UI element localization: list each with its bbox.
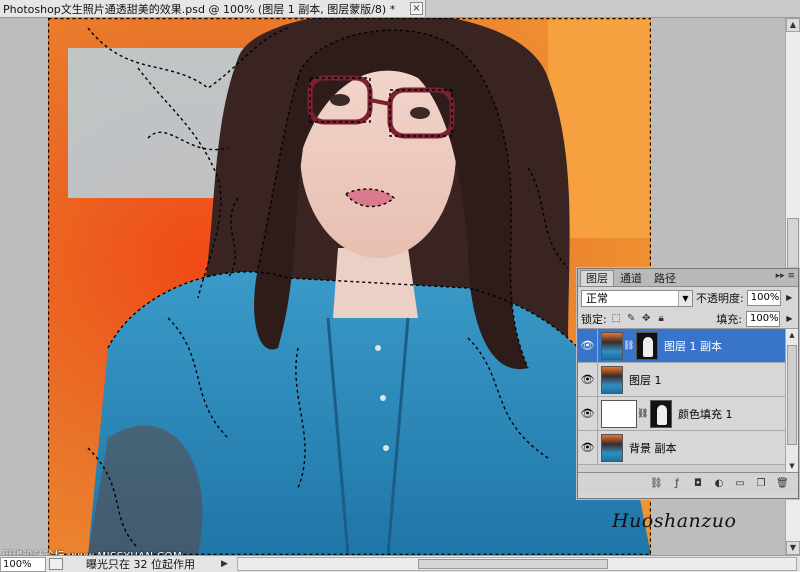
- layer-row[interactable]: 👁︎ ⛓︎ 图层 1 副本: [578, 329, 798, 363]
- status-bar: 100% 曝光只在 32 位起作用 ▶: [0, 555, 800, 572]
- eye-icon[interactable]: 👁︎: [578, 362, 598, 397]
- opacity-input[interactable]: 100%: [746, 290, 781, 306]
- panel-footer: ⛓︎ ƒ ◘ ◐ ▭ ❐ 🗑︎: [578, 472, 798, 494]
- link-layers-icon[interactable]: ⛓︎: [650, 478, 663, 490]
- add-mask-icon[interactable]: ◘: [692, 478, 704, 490]
- fill-input[interactable]: 100%: [746, 310, 780, 327]
- eye-icon[interactable]: 👁︎: [578, 396, 598, 431]
- layer-name: 背景 副本: [629, 441, 677, 455]
- new-group-icon[interactable]: ▭: [734, 478, 746, 490]
- author-signature: Huoshanzuo: [612, 510, 737, 532]
- link-icon[interactable]: ⛓︎: [637, 409, 648, 419]
- document-title: Photoshop文生照片通透甜美的效果.psd @ 100% (图层 1 副本…: [3, 2, 396, 16]
- zoom-field[interactable]: 100%: [0, 556, 46, 572]
- layer-mask-thumbnail[interactable]: [650, 399, 672, 428]
- status-menu-icon[interactable]: ▶: [221, 559, 233, 569]
- horizontal-scroll-thumb[interactable]: [418, 559, 608, 569]
- tab-paths[interactable]: 路径: [648, 270, 682, 286]
- opacity-label: 不透明度:: [696, 292, 744, 305]
- lock-row: 锁定: ⬚ ✎ ✥ 🔒︎ 填充: 100% ▶: [578, 309, 798, 329]
- blend-mode-select[interactable]: 正常 ▼: [581, 289, 693, 307]
- lock-position-icon[interactable]: ✥: [641, 313, 652, 324]
- status-info: 曝光只在 32 位起作用: [86, 558, 195, 571]
- trash-icon[interactable]: 🗑︎: [776, 478, 789, 490]
- lock-all-icon[interactable]: 🔒︎: [656, 313, 667, 324]
- layer-list-scrollbar[interactable]: ▲ ▼: [785, 329, 798, 472]
- document-info-icon[interactable]: [49, 558, 63, 570]
- opacity-slider-icon[interactable]: ▶: [784, 290, 795, 306]
- lock-transparent-icon[interactable]: ⬚: [611, 313, 622, 324]
- horizontal-scrollbar[interactable]: [237, 557, 797, 571]
- close-tab-icon[interactable]: ×: [410, 2, 423, 15]
- panel-tab-bar: 图层 通道 路径 ▸▸ ≡: [578, 269, 798, 287]
- scroll-up-icon[interactable]: ▲: [786, 18, 800, 32]
- tab-layers[interactable]: 图层: [580, 270, 614, 286]
- document-image[interactable]: [48, 18, 651, 555]
- tab-bar-empty: [426, 0, 800, 18]
- adjustment-layer-icon[interactable]: ◐: [713, 478, 725, 490]
- scroll-down-icon[interactable]: ▼: [786, 460, 798, 472]
- selection-marquee: [48, 18, 651, 555]
- layer-row[interactable]: 👁︎ ⛓︎ 颜色填充 1: [578, 396, 798, 431]
- layer-thumbnail: [601, 331, 623, 360]
- layer-style-icon[interactable]: ƒ: [671, 478, 683, 490]
- new-layer-icon[interactable]: ❐: [755, 478, 767, 490]
- fill-label: 填充:: [716, 312, 742, 326]
- lock-label: 锁定:: [581, 312, 607, 326]
- chevron-down-icon[interactable]: ▼: [678, 290, 692, 306]
- layer-name: 颜色填充 1: [678, 407, 733, 421]
- layer-list-scroll-thumb[interactable]: [787, 345, 797, 445]
- panel-menu-icon[interactable]: ▸▸ ≡: [776, 271, 795, 281]
- blend-mode-value: 正常: [586, 291, 608, 305]
- fill-layer-thumbnail: [601, 399, 637, 428]
- layer-row[interactable]: 👁︎ 背景 副本: [578, 430, 798, 465]
- layers-panel: 图层 通道 路径 ▸▸ ≡ 正常 ▼ 不透明度: 100% ▶ 锁定: ⬚ ✎ …: [577, 268, 799, 499]
- layer-thumbnail: [601, 433, 623, 462]
- layer-name: 图层 1 副本: [664, 339, 722, 353]
- tab-channels[interactable]: 通道: [614, 270, 648, 286]
- eye-icon[interactable]: 👁︎: [578, 329, 598, 363]
- blend-row: 正常 ▼ 不透明度: 100% ▶: [578, 287, 798, 309]
- lock-pixels-icon[interactable]: ✎: [626, 313, 637, 324]
- layer-name: 图层 1: [629, 373, 662, 387]
- layer-mask-thumbnail[interactable]: [636, 331, 658, 360]
- layer-list: 👁︎ ⛓︎ 图层 1 副本 👁︎ 图层 1 👁︎ ⛓︎ 颜色填充 1 👁︎ 背景…: [578, 329, 798, 472]
- layer-thumbnail: [601, 365, 623, 394]
- link-icon[interactable]: ⛓︎: [623, 341, 634, 351]
- scroll-down-icon[interactable]: ▼: [786, 541, 800, 555]
- layer-row[interactable]: 👁︎ 图层 1: [578, 362, 798, 397]
- fill-slider-icon[interactable]: ▶: [784, 311, 795, 327]
- document-tab[interactable]: Photoshop文生照片通透甜美的效果.psd @ 100% (图层 1 副本…: [0, 0, 426, 18]
- eye-icon[interactable]: 👁︎: [578, 430, 598, 465]
- scroll-up-icon[interactable]: ▲: [786, 329, 798, 341]
